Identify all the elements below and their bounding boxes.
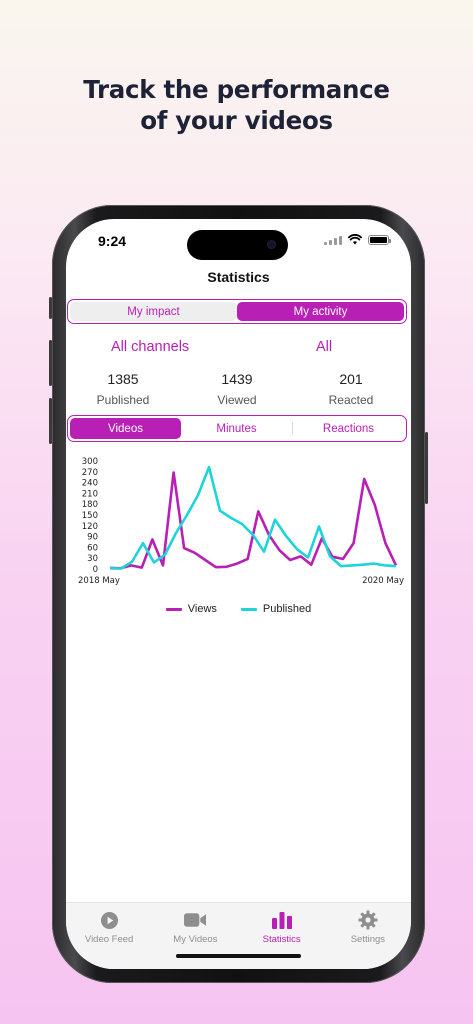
y-tick-label: 0 [93,565,98,575]
y-tick-label: 240 [82,479,98,489]
y-tick-label: 300 [82,457,98,467]
tab-videos[interactable]: Videos [70,418,181,439]
y-tick-label: 120 [82,522,98,532]
mode-toggle: My impact My activity [67,299,407,324]
stat-published: 1385 Published [73,371,173,407]
page-title: Statistics [207,269,270,285]
tab-label: Statistics [262,934,301,945]
headline-line-2: of your videos [140,106,333,135]
status-time: 9:24 [98,233,127,249]
scope-filter[interactable]: All [316,339,332,355]
legend-swatch [165,607,182,611]
status-icons [324,234,391,245]
wifi-icon [348,234,362,245]
y-tick-label: 60 [87,543,98,553]
play-circle-icon [100,911,118,929]
y-tick-label: 180 [82,500,98,510]
home-indicator [176,954,301,958]
battery-icon [368,234,391,245]
y-tick-label: 30 [87,554,98,564]
legend-item-published: Published [240,603,312,615]
tab-my-impact[interactable]: My impact [70,302,237,321]
y-tick-label: 270 [82,468,98,478]
cellular-signal-icon [324,235,342,245]
tab-video-feed[interactable]: Video Feed [66,903,152,969]
stat-value: 1439 [221,371,253,387]
volume-up-button [49,340,52,386]
stat-label: Viewed [217,393,257,407]
stat-value: 1385 [107,371,139,387]
stat-value: 201 [339,371,363,387]
metric-toggle: Videos Minutes Reactions [67,415,407,442]
volume-down-button [49,398,52,444]
chart-legend: Views Published [66,603,411,615]
screen: 9:24 Statistics My impact My activity Al… [66,219,411,969]
dynamic-island [187,230,288,260]
tab-label: Settings [350,934,386,945]
stat-viewed: 1439 Viewed [187,371,287,407]
tab-settings[interactable]: Settings [325,903,411,969]
channel-filter[interactable]: All channels [111,339,189,355]
phone-frame: 9:24 Statistics My impact My activity Al… [49,205,428,983]
legend-label: Views [187,603,217,615]
y-tick-label: 150 [82,511,98,521]
tab-my-videos[interactable]: My Videos [152,903,238,969]
x-start-label: 2018 May [78,576,120,586]
stat-label: Reacted [328,393,374,407]
gear-icon [358,910,378,930]
headline-line-1: Track the performance [83,75,390,104]
stat-reacted: 201 Reacted [301,371,401,407]
tab-bar: Video Feed My Videos Statistics Settings [66,902,411,969]
tab-reactions[interactable]: Reactions [293,418,404,439]
tab-my-activity[interactable]: My activity [237,302,404,321]
y-tick-label: 90 [87,533,98,543]
legend-label: Published [262,603,312,615]
headline: Track the performance of your videos [0,74,473,136]
stat-label: Published [96,393,150,407]
y-tick-label: 210 [82,489,98,499]
series-line-published [109,465,397,570]
tab-minutes[interactable]: Minutes [181,418,292,439]
video-camera-icon [183,913,206,927]
legend-swatch [240,607,257,611]
activity-chart: 30027024021018015012090603002018 May 2020… [78,457,404,586]
x-end-label: 2020 May [362,576,404,586]
mute-switch [49,297,52,319]
power-button [425,432,428,504]
legend-item-views: Views [165,603,217,615]
tab-label: My Videos [173,934,218,945]
tab-label: Video Feed [84,934,134,945]
camera-icon [267,240,276,249]
bar-chart-icon [271,912,292,929]
series-line-views [109,471,398,570]
tab-statistics[interactable]: Statistics [239,903,325,969]
